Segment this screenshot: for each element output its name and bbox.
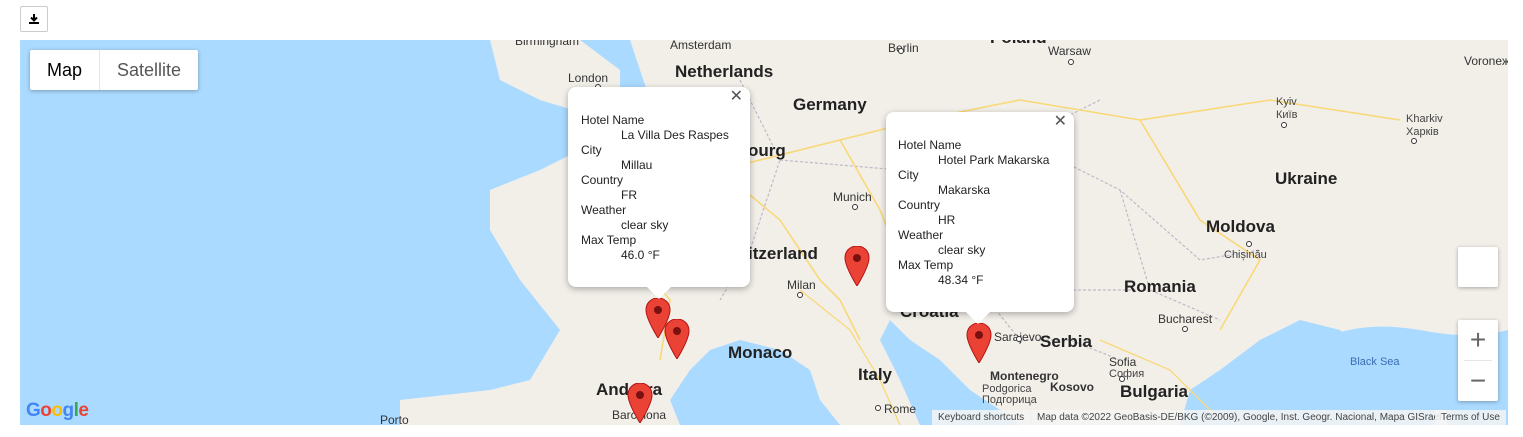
city-label: Amsterdam — [670, 40, 732, 52]
zoom-in-button[interactable]: + — [1458, 320, 1498, 360]
city-dot — [1119, 376, 1125, 382]
info-window: ✕ Hotel Name La Villa Des Raspes City Mi… — [568, 87, 750, 299]
city-label: Київ — [1276, 109, 1298, 121]
city-label: Munich — [833, 190, 872, 204]
max-temp-label: Max Temp — [898, 258, 954, 272]
city-label: Birmingham — [515, 40, 580, 48]
city-value: Makarska — [938, 183, 991, 197]
city-dot — [1246, 241, 1252, 247]
city-label: Kyiv — [1276, 96, 1297, 108]
map-type-map-button[interactable]: Map — [30, 50, 101, 90]
city-dot — [1281, 122, 1287, 128]
city-dot — [1016, 336, 1022, 342]
google-logo: Google — [26, 400, 89, 421]
map-marker-pin[interactable] — [966, 323, 992, 363]
city-label: Bucharest — [1158, 312, 1213, 326]
city-label: Kosovo — [1050, 380, 1095, 394]
city-label: Porto — [380, 413, 409, 425]
country-label: Serbia — [1040, 332, 1092, 351]
city-label: Rome — [884, 402, 917, 416]
city-dot — [898, 48, 904, 54]
map-marker-pin[interactable] — [664, 319, 690, 359]
country-label: Netherlands — [675, 62, 774, 81]
city-label: Warsaw — [1048, 44, 1091, 58]
map-view[interactable]: Birmingham Amsterdam Netherlands London … — [20, 40, 1508, 425]
city-dot — [875, 405, 881, 411]
country-label: Romania — [1124, 277, 1196, 296]
terms-of-use-link[interactable]: Terms of Use — [1435, 410, 1506, 425]
map-type-control: Map Satellite — [30, 50, 199, 90]
city-label: София — [1109, 368, 1145, 380]
download-icon — [29, 14, 39, 24]
max-temp-label: Max Temp — [581, 233, 637, 247]
city-dot — [1182, 326, 1188, 332]
country-label: itzerland — [748, 244, 818, 263]
city-label: City — [581, 143, 602, 157]
country-label: Bulgaria — [1120, 382, 1189, 401]
close-icon[interactable]: ✕ — [1054, 114, 1067, 130]
city-label: London — [568, 71, 609, 85]
download-button[interactable] — [20, 6, 48, 32]
city-label: Подгорица — [982, 394, 1037, 406]
city-label: Sofia — [1109, 355, 1137, 369]
city-label: Montenegro — [990, 369, 1059, 383]
fullscreen-button[interactable] — [1458, 247, 1498, 287]
info-window-tail — [647, 287, 671, 299]
city-label: Chișinău — [1224, 249, 1267, 261]
city-value: Millau — [621, 158, 653, 172]
info-window: ✕ Hotel Name Hotel Park Makarska City Ma… — [886, 112, 1074, 324]
map-marker-pin[interactable] — [844, 246, 870, 286]
country-label: Monaco — [728, 343, 793, 362]
city-dot — [1411, 138, 1417, 144]
info-window-tail — [966, 312, 990, 324]
country-label: Country — [581, 173, 624, 187]
keyboard-shortcuts-link[interactable]: Keyboard shortcuts — [932, 410, 1031, 425]
country-label: Ukraine — [1275, 169, 1338, 188]
city-label: Milan — [787, 278, 816, 292]
zoom-out-button[interactable]: − — [1458, 361, 1498, 401]
max-temp-value: 46.0 °F — [621, 248, 660, 262]
hotel-name-label: Hotel Name — [581, 113, 645, 127]
country-label: Germany — [793, 95, 867, 114]
map-data-attribution: Map data ©2022 GeoBasis-DE/BKG (©2009), … — [1031, 410, 1448, 425]
hotel-name-value: Hotel Park Makarska — [938, 153, 1050, 167]
weather-value: clear sky — [621, 218, 669, 232]
country-label: Moldova — [1206, 217, 1275, 236]
max-temp-value: 48.34 °F — [938, 273, 984, 287]
hotel-name-value: La Villa Des Raspes — [621, 128, 729, 142]
city-label: Berlin — [888, 41, 919, 55]
city-label: Kharkiv — [1406, 113, 1443, 125]
country-label: ourg — [748, 141, 786, 160]
country-label: Poland — [990, 40, 1047, 48]
hotel-name-label: Hotel Name — [898, 138, 962, 152]
weather-label: Weather — [898, 228, 944, 242]
city-label: Харків — [1406, 126, 1439, 138]
close-icon[interactable]: ✕ — [730, 89, 743, 105]
city-label: City — [898, 168, 919, 182]
city-dot — [852, 204, 858, 210]
zoom-control: + − — [1458, 320, 1498, 401]
city-label: Voroneж — [1464, 54, 1508, 68]
weather-label: Weather — [581, 203, 627, 217]
country-value: FR — [621, 188, 637, 202]
map-marker-pin[interactable] — [627, 383, 653, 423]
city-dot — [797, 292, 803, 298]
map-type-satellite-button[interactable]: Satellite — [100, 50, 198, 90]
country-label: Italy — [858, 365, 893, 384]
weather-value: clear sky — [938, 243, 986, 257]
city-dot — [1068, 59, 1074, 65]
country-label: Country — [898, 198, 941, 212]
country-value: HR — [938, 213, 956, 227]
sea-label: Black Sea — [1350, 356, 1400, 368]
